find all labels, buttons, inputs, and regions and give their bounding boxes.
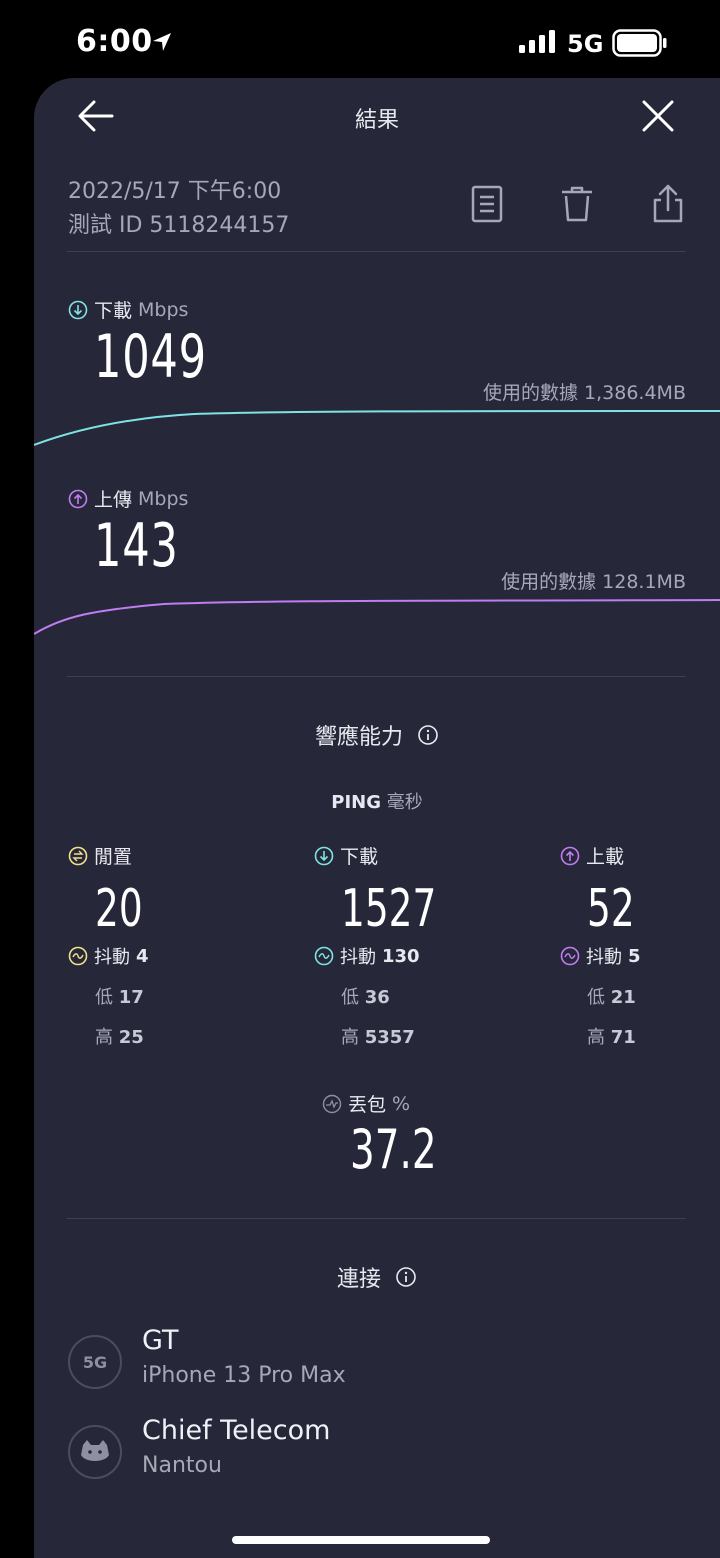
upload-speed-graph [34,599,720,635]
ping-download-jitter-value: 130 [382,945,420,967]
close-icon[interactable] [640,98,676,134]
ping-idle-column: 閒置 20 抖動 4 低 17 高 25 [68,842,248,1049]
location-arrow-icon [153,33,171,51]
test-id: 測試 ID 5118244157 [68,213,290,238]
upload-label-text: 上傳 [94,489,133,511]
ping-upload-high-value: 71 [610,1027,636,1048]
packet-loss-icon [322,1094,342,1113]
carrier-name: GT [142,1325,179,1356]
download-arrow-icon [68,300,88,319]
upload-arrow-icon [68,489,88,508]
responsiveness-title: 響應能力 [0,719,720,751]
trash-icon[interactable] [560,184,594,224]
cellular-signal-icon [519,30,555,53]
ping-upload-value: 52 [587,879,635,939]
ping-label: PING [331,792,381,813]
connection-title: 連接 [0,1261,720,1293]
ping-download-low-value: 36 [364,987,390,1008]
ping-upload-high: 高 71 [587,1023,720,1049]
ping-unit: 毫秒 [386,792,423,813]
download-arrow-icon [314,846,334,865]
ping-download-high-value: 5357 [364,1027,415,1048]
low-label: 低 [341,987,359,1008]
ping-upload-label: 上載 [560,842,720,869]
ping-idle-jitter-value: 4 [136,945,149,967]
server-logo-icon [81,1440,109,1461]
jitter-label: 抖動 [340,947,376,968]
packet-loss-label: 丟包 % [322,1090,410,1117]
info-icon[interactable] [417,724,439,746]
server-name: Chief Telecom [142,1415,331,1446]
jitter-icon [560,946,580,966]
ping-upload-low-value: 21 [610,987,636,1008]
idle-icon [68,846,88,865]
divider [67,676,686,677]
ping-idle-high-value: 25 [118,1027,144,1048]
ping-download-label-text: 下載 [340,846,379,868]
upload-label: 上傳 Mbps [68,485,188,512]
low-label: 低 [587,987,605,1008]
ping-header: PING 毫秒 [0,788,720,814]
ping-idle-low: 低 17 [95,983,248,1009]
ping-download-value: 1527 [341,879,437,939]
high-label: 高 [341,1027,359,1048]
home-indicator[interactable] [232,1536,490,1544]
server-host-icon [68,1425,122,1479]
download-speed-value: 1049 [94,322,207,392]
download-label-text: 下載 [94,300,133,322]
upload-unit: Mbps [138,487,189,510]
jitter-label: 抖動 [586,947,622,968]
ping-upload-jitter: 抖動 5 [560,943,720,969]
carrier-5g-icon: 5G [68,1335,122,1389]
ping-download-low: 低 36 [341,983,494,1009]
high-label: 高 [95,1027,113,1048]
low-label: 低 [95,987,113,1008]
status-bar: 6:00 5G [0,0,720,80]
upload-arrow-icon [560,846,580,865]
network-type: 5G [567,30,604,58]
jitter-label: 抖動 [94,947,130,968]
ping-upload-jitter-value: 5 [628,945,641,967]
upload-speed-value: 143 [94,511,179,581]
responsiveness-title-text: 響應能力 [314,725,403,750]
divider [67,1218,686,1219]
download-speed-graph [34,410,720,446]
ping-idle-value: 20 [95,879,143,939]
ping-download-high: 高 5357 [341,1023,494,1049]
packet-loss-label-text: 丟包 [348,1094,387,1116]
ping-download-label: 下載 [314,842,494,869]
share-icon[interactable] [651,184,685,224]
test-date: 2022/5/17 下午6:00 [68,179,282,204]
high-label: 高 [587,1027,605,1048]
status-time: 6:00 [76,24,153,59]
ping-idle-jitter: 抖動 4 [68,943,248,969]
packet-loss-value: 37.2 [350,1118,437,1181]
page-title: 結果 [354,108,399,133]
device-name: iPhone 13 Pro Max [142,1363,346,1388]
packet-loss-unit: % [392,1092,411,1115]
ping-upload-label-text: 上載 [586,846,625,868]
jitter-icon [68,946,88,966]
ping-idle-label-text: 閒置 [94,846,133,868]
ping-download-jitter: 抖動 130 [314,943,494,969]
ping-upload-low: 低 21 [587,983,720,1009]
ping-idle-high: 高 25 [95,1023,248,1049]
server-location: Nantou [142,1453,222,1478]
download-unit: Mbps [138,298,189,321]
ping-idle-label: 閒置 [68,842,248,869]
ping-idle-low-value: 17 [118,987,144,1008]
info-icon[interactable] [395,1266,417,1288]
battery-icon [612,29,667,57]
ping-download-column: 下載 1527 抖動 130 低 36 高 5357 [314,842,494,1049]
divider [67,251,686,252]
document-icon[interactable] [470,184,504,224]
connection-title-text: 連接 [336,1267,381,1292]
jitter-icon [314,946,334,966]
download-label: 下載 Mbps [68,296,188,323]
ping-upload-column: 上載 52 抖動 5 低 21 高 71 [560,842,720,1049]
